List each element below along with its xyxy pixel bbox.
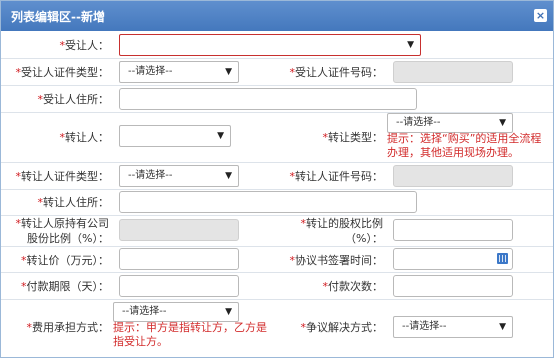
row-transferee-address: *受让人住所： [1,85,553,113]
transferor-id-type-select[interactable]: --请选择-- ▼ [119,165,239,187]
dispute-method-label: *争议解决方式： [300,321,384,334]
chevron-down-icon: ▼ [499,118,506,128]
transferee-id-type-label: *受让人证件类型： [15,66,110,79]
fee-method-label: *费用承担方式： [26,321,110,334]
row-transferor-id: *转让人证件类型： --请选择-- ▼ *转让人证件号码： [1,162,553,190]
orig-share-ratio-label: *转让人原持有公司股份比例（%）： [15,217,110,245]
transfer-type-hint: 提示：选择“购买”的适用全流程办理，其他适用现场办理。 [387,132,542,159]
row-price: *转让价（万元）： *协议书签署时间： [1,246,553,273]
dialog-title: 列表编辑区--新增 [11,10,105,24]
transferor-select[interactable]: ▼ [119,125,231,147]
fee-method-select[interactable]: --请选择-- ▼ [113,302,239,322]
chevron-down-icon: ▼ [225,67,232,77]
transferee-id-no-label: *受让人证件号码： [289,66,384,79]
payment-count-label: *付款次数： [322,280,384,293]
row-transferor: *转让人： ▼ *转让类型： --请选择-- ▼ 提示：选择“购买”的适用全流程办… [1,112,553,163]
row-transferee-id: *受让人证件类型： --请选择-- ▼ *受让人证件号码： [1,58,553,86]
transferee-label: *受让人： [59,39,110,52]
row-payment: *付款期限（天）： *付款次数： [1,272,553,300]
transferor-address-label: *转让人住所： [37,196,110,209]
close-icon[interactable]: × [534,9,547,22]
row-transferee: *受让人： ▼ [1,31,553,59]
transferor-id-type-label: *转让人证件类型： [15,170,110,183]
agreement-time-input[interactable] [393,248,513,270]
equity-ratio-label: *转让的股权比例（%）： [300,217,384,245]
transferee-select[interactable]: ▼ [119,34,421,56]
transferee-id-no-field [393,61,513,83]
row-transferor-address: *转让人住所： [1,189,553,216]
transferor-label: *转让人： [59,131,110,144]
dispute-method-select[interactable]: --请选择-- ▼ [393,316,513,338]
row-fee: *费用承担方式： --请选择-- ▼ 提示：甲方是指转让方，乙方是指受让方。 *争… [1,299,553,357]
row-share-ratio: *转让人原持有公司股份比例（%）： *转让的股权比例（%）： [1,215,553,247]
transferee-address-input[interactable] [119,88,417,110]
fee-method-hint: 提示：甲方是指转让方，乙方是指受让方。 [113,321,267,348]
orig-share-ratio-field [119,219,239,241]
chevron-down-icon: ▼ [407,40,414,50]
edit-dialog: 列表编辑区--新增 × *受让人： ▼ *受让人证件类型： --请选择-- ▼ *… [0,0,554,358]
transferor-address-input[interactable] [119,191,417,213]
transfer-type-select[interactable]: --请选择-- ▼ [387,113,513,133]
equity-ratio-input[interactable] [393,219,513,241]
payment-term-label: *付款期限（天）： [21,280,109,293]
transfer-type-label: *转让类型： [322,131,384,144]
payment-term-input[interactable] [119,275,239,297]
payment-count-input[interactable] [393,275,513,297]
title-bar: 列表编辑区--新增 × [1,1,553,31]
transferor-id-no-label: *转让人证件号码： [289,170,384,183]
calendar-icon[interactable] [497,253,508,264]
agreement-time-label: *协议书签署时间： [289,254,384,267]
chevron-down-icon: ▼ [225,171,232,181]
price-label: *转让价（万元）： [21,254,109,267]
price-input[interactable] [119,248,239,270]
chevron-down-icon: ▼ [225,307,232,317]
chevron-down-icon: ▼ [217,131,224,141]
chevron-down-icon: ▼ [499,322,506,332]
transferee-address-label: *受让人住所： [37,93,110,106]
transferor-id-no-field [393,165,513,187]
transferee-id-type-select[interactable]: --请选择-- ▼ [119,61,239,83]
